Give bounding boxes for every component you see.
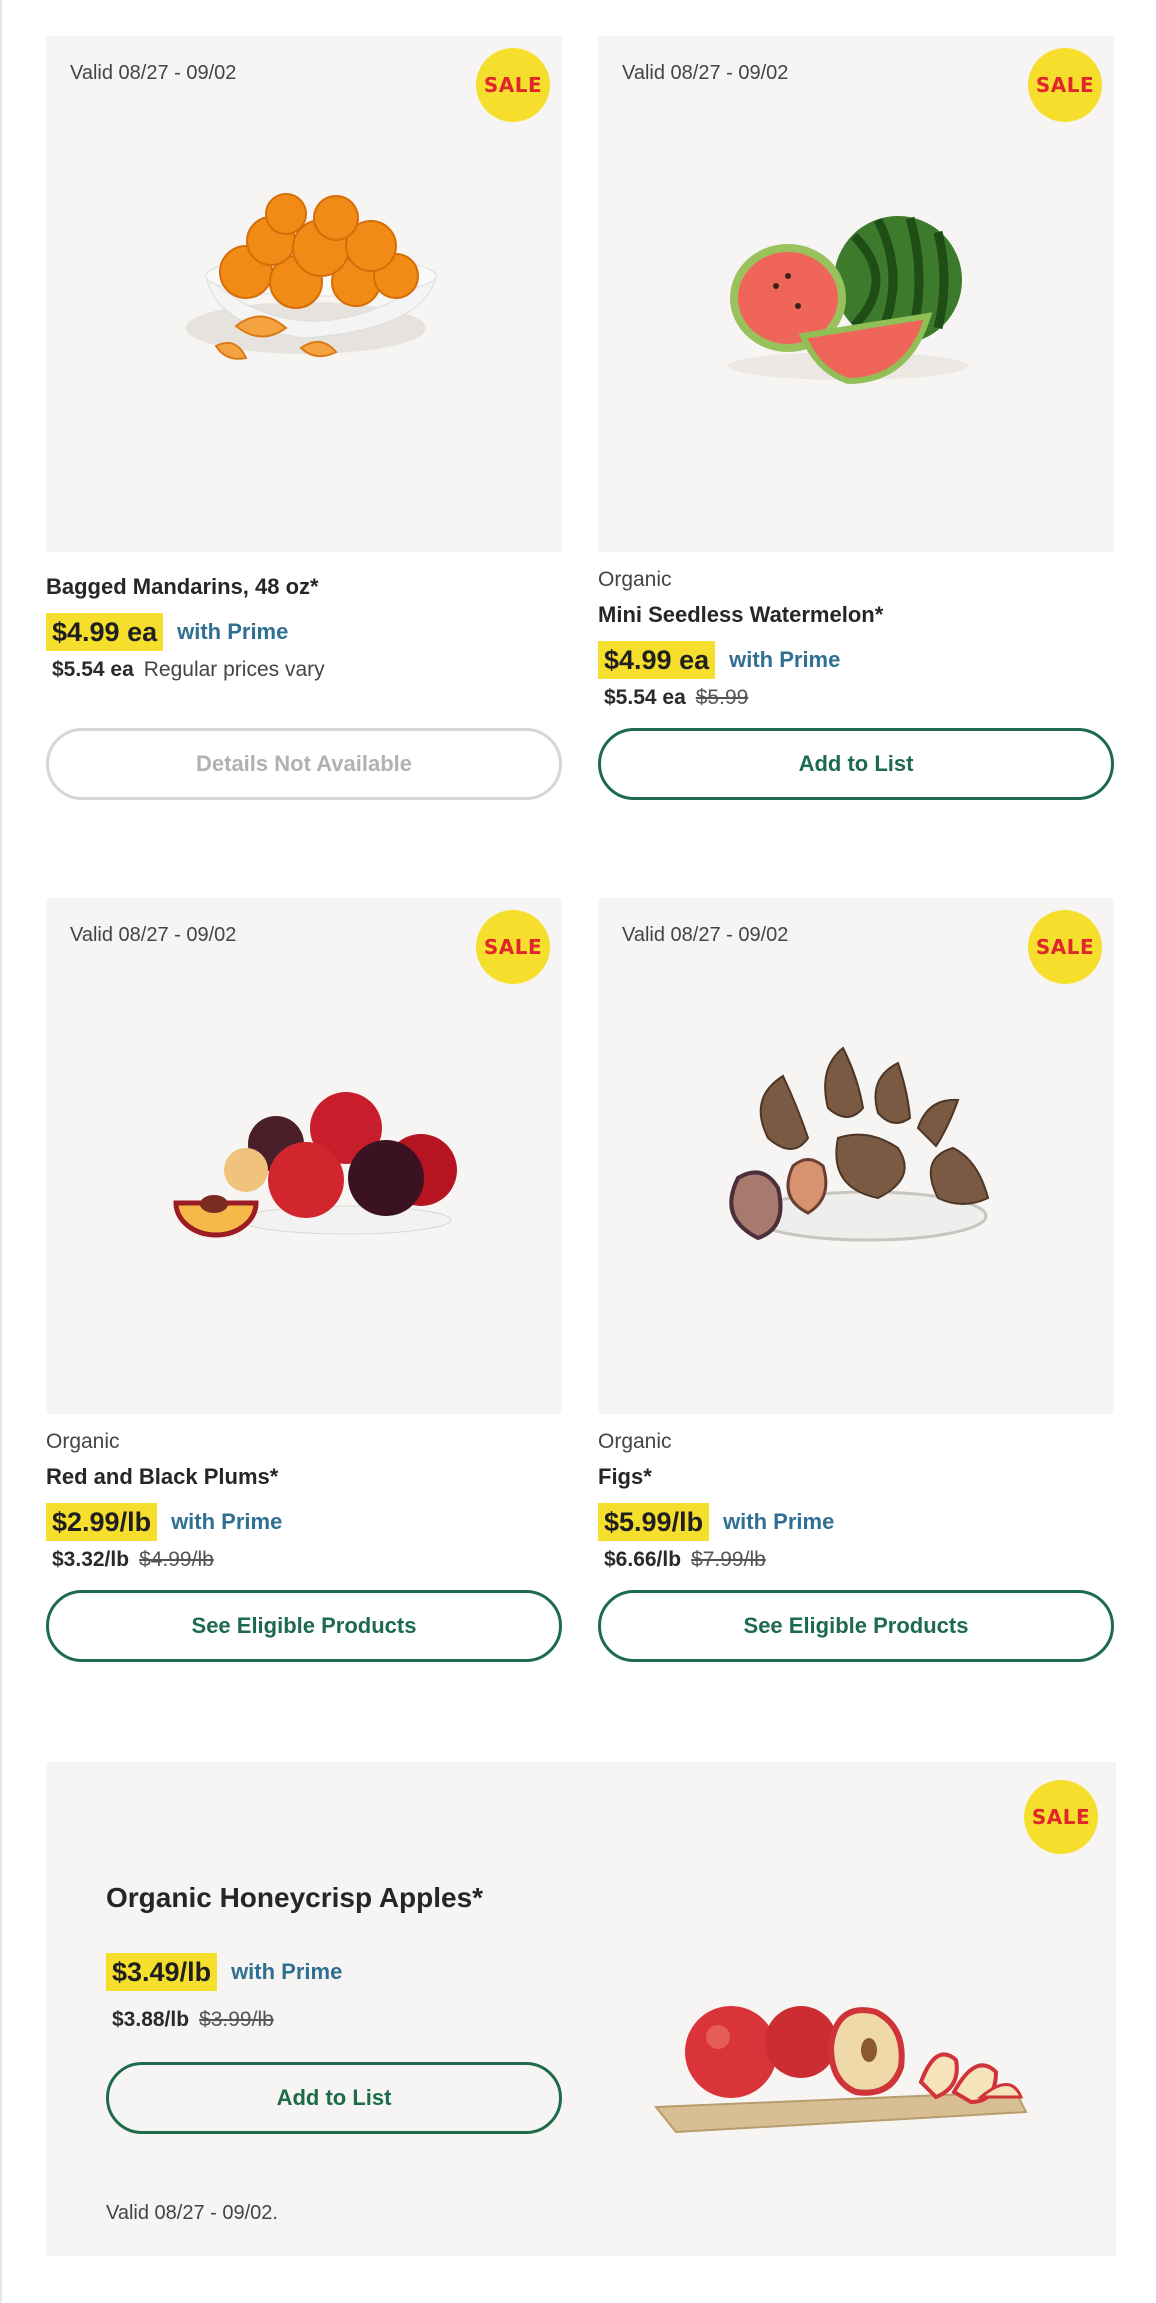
price-row: $4.99 ea with Prime — [598, 640, 1114, 680]
regular-price-row: $5.54 ea $5.99 — [598, 686, 1114, 710]
nonprime-price: $3.32/lb — [52, 1548, 130, 1571]
price-row: $3.49/lb with Prime — [106, 1952, 342, 1992]
prime-label: with Prime — [177, 619, 289, 644]
details-not-available-button: Details Not Available — [46, 728, 562, 800]
prime-label: with Prime — [729, 647, 841, 672]
nonprime-price: $5.54 ea — [604, 686, 686, 709]
see-eligible-products-button[interactable]: See Eligible Products — [46, 1590, 562, 1662]
regular-price: $4.99/lb — [139, 1548, 214, 1571]
product-info: Organic Red and Black Plums* $2.99/lb wi… — [46, 1414, 562, 1572]
product-card-watermelon[interactable]: Valid 08/27 - 09/02 SALE Organic Mini Se… — [598, 36, 1114, 800]
product-info: Organic Figs* $5.99/lb with Prime $6.66/… — [598, 1414, 1114, 1572]
regular-price-row: $6.66/lb $7.99/lb — [598, 1548, 1114, 1572]
organic-label: Organic — [598, 1430, 672, 1453]
product-title[interactable]: Figs* — [598, 1462, 1114, 1492]
price-row: $5.99/lb with Prime — [598, 1502, 1114, 1542]
organic-label: Organic — [598, 568, 672, 591]
product-image[interactable]: Valid 08/27 - 09/02 SALE — [598, 898, 1114, 1414]
mandarins-icon — [186, 193, 437, 360]
product-image[interactable]: Valid 08/27 - 09/02 SALE — [46, 36, 562, 552]
plums-icon — [173, 1092, 457, 1238]
price-row: $2.99/lb with Prime — [46, 1502, 562, 1542]
valid-dates: Valid 08/27 - 09/02. — [106, 2202, 278, 2224]
product-info: Organic Mini Seedless Watermelon* $4.99 … — [598, 552, 1114, 710]
product-card-figs[interactable]: Valid 08/27 - 09/02 SALE Organic Figs* $… — [598, 898, 1114, 1662]
nonprime-price: $6.66/lb — [604, 1548, 682, 1571]
nonprime-price: $5.54 ea — [52, 658, 134, 681]
regular-price-row: $3.32/lb $4.99/lb — [46, 1548, 562, 1572]
organic-label: Organic — [46, 1430, 120, 1453]
product-title[interactable]: Organic Honeycrisp Apples* — [106, 1882, 483, 1914]
product-title[interactable]: Mini Seedless Watermelon* — [598, 600, 1114, 630]
nonprime-price: $3.88/lb — [112, 2008, 190, 2031]
product-card-plums[interactable]: Valid 08/27 - 09/02 SALE Organic Red and… — [46, 898, 562, 1662]
page-edge — [0, 0, 2, 2303]
prime-label: with Prime — [723, 1509, 835, 1534]
sale-price: $2.99/lb — [46, 1503, 158, 1541]
sale-price: $4.99 ea — [46, 613, 164, 651]
product-title[interactable]: Bagged Mandarins, 48 oz* — [46, 572, 562, 602]
sale-price: $4.99 ea — [598, 641, 716, 679]
product-title[interactable]: Red and Black Plums* — [46, 1462, 562, 1492]
regular-price: $7.99/lb — [691, 1548, 766, 1571]
apples-icon — [653, 2006, 1028, 2134]
regular-price: $3.99/lb — [199, 2008, 274, 2031]
regular-price: $5.99 — [695, 686, 749, 709]
sale-price: $3.49/lb — [106, 1953, 218, 1991]
see-eligible-products-button[interactable]: See Eligible Products — [598, 1590, 1114, 1662]
sale-badge: SALE — [1024, 1780, 1098, 1854]
regular-price-row: $5.54 ea Regular prices vary — [46, 658, 562, 682]
product-image[interactable]: Valid 08/27 - 09/02 SALE — [46, 898, 562, 1414]
product-card-mandarins[interactable]: Valid 08/27 - 09/02 SALE Bagged Mandarin… — [46, 36, 562, 800]
prime-label: with Prime — [231, 1959, 343, 1984]
price-row: $4.99 ea with Prime — [46, 612, 562, 652]
price-note: Regular prices vary — [143, 658, 325, 681]
add-to-list-button[interactable]: Add to List — [106, 2062, 562, 2134]
add-to-list-button[interactable]: Add to List — [598, 728, 1114, 800]
prime-label: with Prime — [171, 1509, 283, 1534]
featured-product-apples[interactable]: SALE Organic Honeycrisp Apples* $3.49/lb… — [46, 1762, 1116, 2256]
product-image[interactable]: Valid 08/27 - 09/02 SALE — [598, 36, 1114, 552]
sale-price: $5.99/lb — [598, 1503, 710, 1541]
watermelon-icon — [728, 216, 968, 385]
figs-icon — [729, 1046, 990, 1242]
regular-price-row: $3.88/lb $3.99/lb — [106, 2008, 274, 2032]
product-info: Bagged Mandarins, 48 oz* $4.99 ea with P… — [46, 552, 562, 682]
